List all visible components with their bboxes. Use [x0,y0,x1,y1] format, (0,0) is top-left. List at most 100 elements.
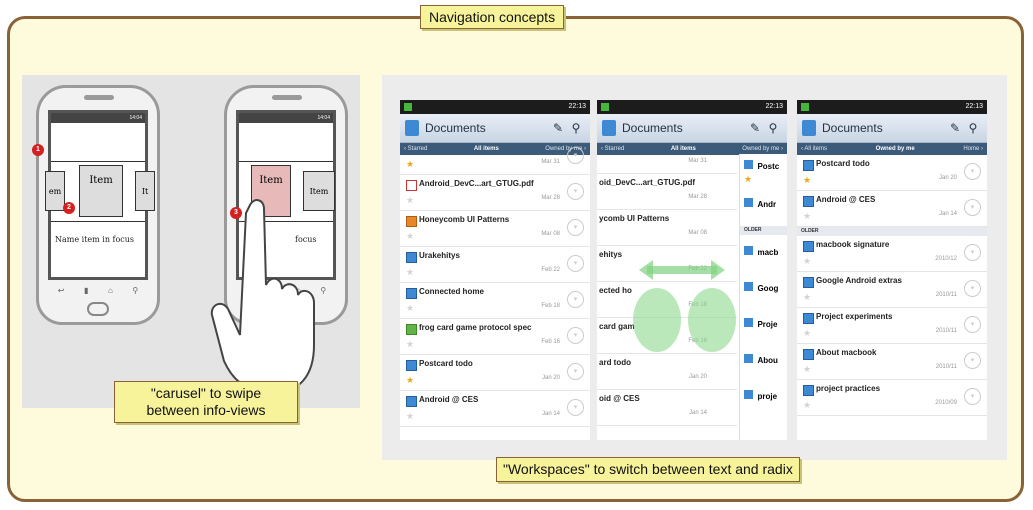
back-icon[interactable]: ↩ [58,286,65,298]
more-icon[interactable]: ▾ [964,244,981,261]
list-item[interactable]: oid_DevC...art_GTUG.pdf Mar 28 [597,174,737,210]
home-icon[interactable]: ⌂ [108,286,113,298]
more-icon[interactable]: ▾ [964,316,981,333]
item-title: Urakehitys [419,251,460,260]
item-date: Feb 18 [541,303,560,309]
peek-row[interactable]: Proje [744,314,777,332]
item-date: Jan 14 [688,410,707,416]
list-item[interactable]: Google Android extras ★ 2010/11 ▾ [797,272,987,308]
battery-icon [601,103,609,111]
search-icon[interactable]: ⚲ [964,121,982,135]
more-icon[interactable]: ▾ [964,199,981,216]
star-icon[interactable]: ★ [803,364,811,375]
list-item[interactable]: Urakehitys ★ Feb 22 ▾ [400,247,590,283]
more-icon[interactable]: ▾ [964,388,981,405]
list-item[interactable]: About macbook ★ 2010/11 ▾ [797,344,987,380]
item-date: Jan 14 [541,411,560,417]
peek-row[interactable]: macb [744,242,778,260]
peek-row[interactable]: Abou [744,350,778,368]
more-icon[interactable]: ▾ [964,163,981,180]
star-icon[interactable]: ★ [406,303,414,314]
peek-row[interactable]: proje [744,386,777,404]
sketch-phone-1: 14:04 em Item It Name item in focus ↩ ▮ ⌂ ⚲ [36,85,160,325]
list-item[interactable]: project practices ★ 2010/09 ▾ [797,380,987,416]
star-icon[interactable]: ★ [803,256,811,267]
menu-icon[interactable]: ▮ [84,286,88,298]
peek-row[interactable]: Goog [744,278,778,296]
item-title: Honeycomb UI Patterns [419,215,510,224]
carousel-card-left[interactable]: em [45,171,65,211]
focus-label: Name item in focus [55,235,135,244]
clock: 22:13 [765,103,783,110]
star-icon[interactable]: ★ [744,174,752,185]
tab-prev[interactable]: ‹ All items [801,146,827,152]
more-icon[interactable]: ▾ [567,327,584,344]
list-item[interactable]: Android @ CES ★ Jan 14 ▾ [797,191,987,227]
list-item[interactable]: Connected home ★ Feb 18 ▾ [400,283,590,319]
item-title: Postcard todo [419,359,473,368]
star-icon[interactable]: ★ [406,159,414,170]
more-icon[interactable]: ▾ [567,183,584,200]
item-title: frog card game protocol spec [419,323,532,332]
list-item[interactable]: Postcard todo ★ Jan 20 ▾ [400,355,590,391]
star-icon[interactable]: ★ [406,231,414,242]
document-icon [803,385,814,396]
list-item[interactable]: Android @ CES ★ Jan 14 ▾ [400,391,590,427]
new-doc-icon[interactable]: ✎ [746,121,764,135]
workspaces-panel: 22:13 Documents ✎ ⚲ ‹ Starred All items … [382,75,1007,482]
carousel-card-center[interactable]: Item [79,165,123,217]
more-icon[interactable]: ▾ [964,352,981,369]
list-item[interactable]: ★ Mar 31 ▾ [400,139,590,175]
item-date: Jan 14 [938,211,957,217]
more-icon[interactable]: ▾ [567,399,584,416]
more-icon[interactable]: ▾ [567,147,584,164]
star-icon[interactable]: ★ [406,375,414,386]
item-date: Jan 20 [938,175,957,181]
list-item[interactable]: Android_DevC...art_GTUG.pdf ★ Mar 28 ▾ [400,175,590,211]
star-icon[interactable]: ★ [406,411,414,422]
list-item[interactable]: Project experiments ★ 2010/11 ▾ [797,308,987,344]
star-icon[interactable]: ★ [406,339,414,350]
more-icon[interactable]: ▾ [567,255,584,272]
star-icon[interactable]: ★ [406,195,414,206]
peek-row[interactable]: Postc [744,156,779,174]
item-title: Project experiments [816,312,893,321]
carousel-card-right[interactable]: It [135,171,155,211]
more-icon[interactable]: ▾ [567,291,584,308]
list-item[interactable]: Mar 31 [597,138,737,174]
peek-row[interactable]: Andr [744,194,776,212]
item-title: Abou [757,356,778,365]
new-doc-icon[interactable]: ✎ [946,121,964,135]
list-item[interactable]: macbook signature ★ 2010/12 ▾ [797,236,987,272]
star-icon[interactable]: ★ [406,267,414,278]
search-icon[interactable]: ⚲ [132,286,138,298]
document-icon [803,160,814,171]
list-item[interactable]: Honeycomb UI Patterns ★ Mar 08 ▾ [400,211,590,247]
new-doc-icon[interactable]: ✎ [549,121,567,135]
search-icon[interactable]: ⚲ [764,121,782,135]
list-item[interactable]: Postcard todo ★ Jan 20 ▾ [797,155,987,191]
list-item[interactable]: oid @ CES Jan 14 [597,390,737,426]
star-icon[interactable]: ★ [803,400,811,411]
list-item[interactable]: ycomb UI Patterns Mar 08 [597,210,737,246]
item-title: oid_DevC...art_GTUG.pdf [599,178,696,187]
star-icon[interactable]: ★ [803,292,811,303]
star-icon[interactable]: ★ [803,211,811,222]
item-title: About macbook [816,348,877,357]
tab-next[interactable]: Home › [963,146,983,152]
trackball[interactable] [87,302,109,316]
more-icon[interactable]: ▾ [567,219,584,236]
more-icon[interactable]: ▾ [567,363,584,380]
document-icon [406,288,417,299]
star-icon[interactable]: ★ [803,175,811,186]
speaker [272,95,302,100]
tab-next[interactable]: Owned by me › [742,146,783,152]
tab-current[interactable]: Owned by me [876,146,915,152]
star-icon[interactable]: ★ [803,328,811,339]
spreadsheet-icon [406,324,417,335]
item-date: Jan 20 [541,375,560,381]
list-item[interactable]: frog card game protocol spec ★ Feb 16 ▾ [400,319,590,355]
more-icon[interactable]: ▾ [964,280,981,297]
search-icon[interactable]: ⚲ [567,121,585,135]
action-bar: Documents ✎ ⚲ [797,114,987,143]
